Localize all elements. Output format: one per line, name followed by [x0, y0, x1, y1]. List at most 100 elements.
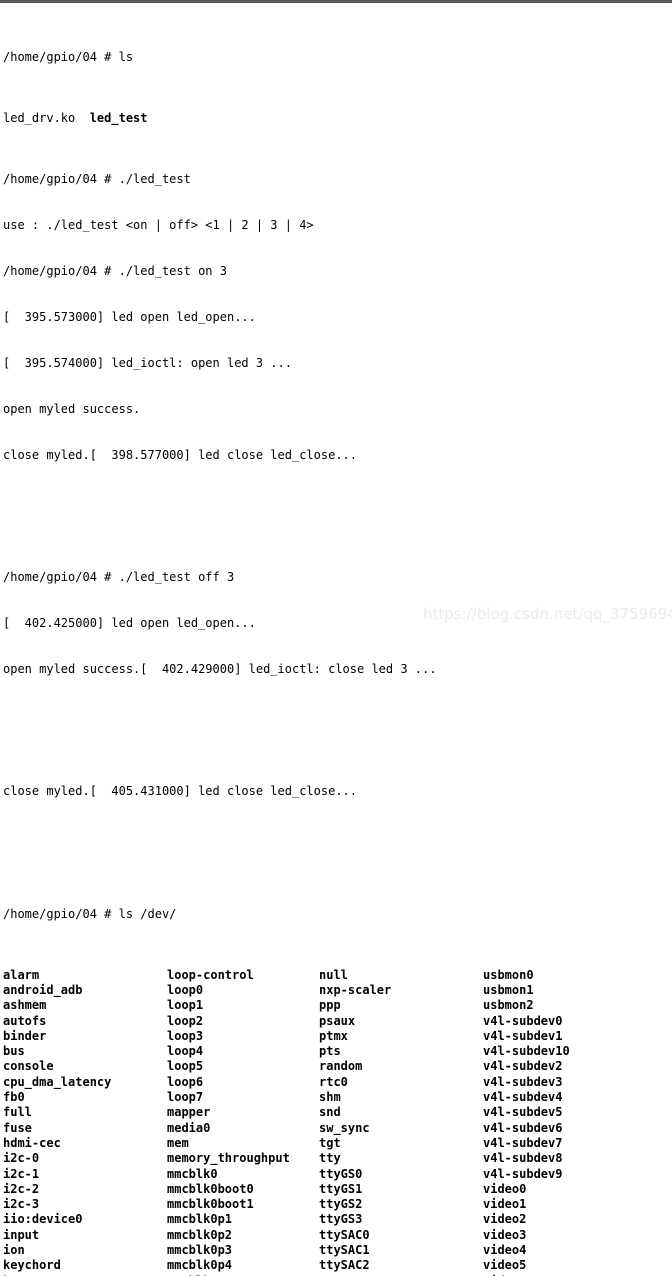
terminal-line-close-myled-1: close myled.[ 398.577000] led close led_…	[3, 447, 358, 462]
dev-entry: video4	[483, 1243, 527, 1258]
dev-entry: v4l-subdev3	[483, 1074, 563, 1089]
dev-listing-row: console loop5 random v4l-subdev2	[3, 1059, 672, 1074]
dev-entry: i2c-2	[3, 1181, 40, 1196]
dev-entry: v4l-subdev2	[483, 1059, 563, 1074]
dev-entry: mem	[167, 1135, 189, 1150]
dev-listing-row: autofs loop2 psaux v4l-subdev0	[3, 1014, 672, 1029]
dev-entry: v4l-subdev8	[483, 1151, 563, 1166]
dev-listing-row: ashmem loop1 ppp usbmon2	[3, 998, 672, 1013]
terminal-output-area[interactable]: /home/gpio/04 # ls led_drv.ko led_test /…	[0, 3, 672, 1276]
terminal-line-cmd-off3: /home/gpio/04 # ./led_test off 3	[3, 569, 235, 584]
dev-entry: cpu_dma_latency	[3, 1074, 112, 1089]
terminal-line-open-success-1: open myled success.	[3, 401, 141, 416]
dev-entry: full	[3, 1105, 32, 1120]
dev-listing-row: binder loop3 ptmx v4l-subdev1	[3, 1029, 672, 1044]
dev-entry: i2c-0	[3, 1151, 40, 1166]
dev-listing-row: android_adb loop0 nxp-scaler usbmon1	[3, 983, 672, 998]
dev-listing-row: i2c-3 mmcblk0boot1 ttyGS2 video1	[3, 1197, 672, 1212]
dev-entry: keychord	[3, 1258, 61, 1273]
dev-entry: video6	[483, 1274, 526, 1276]
dev-entry: loop2	[167, 1013, 204, 1028]
dev-entry: mmcblk0boot1	[167, 1197, 254, 1212]
dev-entry: video0	[483, 1181, 527, 1196]
dev-entry: media0	[167, 1120, 211, 1135]
dev-entry: fb0	[3, 1090, 25, 1105]
dev-entry: loop-control	[167, 967, 254, 982]
dev-entry: tty	[319, 1151, 341, 1166]
dev-entry: mmcblk0p1	[167, 1212, 233, 1227]
dev-entry: input	[3, 1227, 40, 1242]
dev-entry: bus	[3, 1044, 25, 1059]
dev-entry: video5	[483, 1258, 527, 1273]
terminal-line-kernel-1: [ 395.573000] led open led_open...	[3, 309, 256, 324]
dev-entry: ion	[3, 1243, 25, 1258]
dev-entry: memory_throughput	[167, 1151, 290, 1166]
dev-entry: i2c-1	[3, 1166, 40, 1181]
dev-entry: mapper	[167, 1105, 211, 1120]
dev-entry: loop0	[167, 983, 204, 997]
dev-entry: alarm	[3, 967, 40, 982]
dev-entry: video3	[483, 1227, 527, 1242]
dev-entry: mmcblk0p4	[167, 1258, 233, 1273]
terminal-line-cmd-ls: /home/gpio/04 # ls	[3, 49, 134, 64]
dev-entry: shm	[319, 1090, 341, 1105]
dev-entry: tgt	[319, 1135, 341, 1150]
dev-entry: v4l-subdev4	[483, 1090, 563, 1105]
dev-entry: ppp	[319, 998, 341, 1013]
dev-entry: video1	[483, 1197, 527, 1212]
dev-entry: i2c-3	[3, 1197, 40, 1212]
dev-entry: null	[319, 967, 348, 982]
dev-entry: sw_sync	[319, 1120, 370, 1135]
dev-entry: usbmon2	[483, 998, 534, 1013]
dev-entry: ttySAC1	[319, 1243, 370, 1258]
dev-entry: ptmx	[319, 1028, 348, 1043]
csdn-watermark: https://blog.csdn.net/qq_37596943	[423, 605, 672, 623]
terminal-line-ls-output: led_drv.ko led_test	[3, 111, 672, 126]
dev-entry: binder	[3, 1028, 47, 1043]
dev-entry: ttyGS1	[319, 1181, 363, 1196]
dev-listing-row: fb0 loop7 shm v4l-subdev4	[3, 1090, 672, 1105]
dev-entry: loop3	[167, 1028, 204, 1043]
ls-entry-led-drv-ko: led_drv.ko	[3, 111, 90, 126]
dev-entry: mmcblk0p3	[167, 1243, 233, 1258]
dev-entry: v4l-subdev1	[483, 1028, 563, 1043]
dev-entry: mmcblk0boot0	[167, 1181, 254, 1196]
dev-entry: loop5	[167, 1059, 204, 1074]
dev-listing-row: ion mmcblk0p3 ttySAC1 video4	[3, 1243, 672, 1258]
dev-entry: mmcblk0p5	[167, 1274, 232, 1276]
dev-entry: v4l-subdev6	[483, 1120, 563, 1135]
terminal-line-cmd-ledtest: /home/gpio/04 # ./led_test	[3, 172, 191, 187]
dev-listing-row: kmem mmcblk0p5 ttySAC3 video6	[3, 1274, 672, 1276]
dev-entry: snd	[319, 1105, 341, 1120]
dev-listing-row: iio:device0 mmcblk0p1 ttyGS3 video2	[3, 1212, 672, 1227]
dev-entry: console	[3, 1059, 54, 1074]
dev-entry: autofs	[3, 1013, 47, 1028]
dev-entry: android_adb	[3, 983, 83, 997]
terminal-line-cmd-ls-dev: /home/gpio/04 # ls /dev/	[3, 906, 177, 921]
dev-listing-row: full mapper snd v4l-subdev5	[3, 1105, 672, 1120]
dev-entry: rtc0	[319, 1074, 348, 1089]
dev-entry: v4l-subdev5	[483, 1105, 563, 1120]
dev-listing: alarm loop-control null usbmon0 android_adb l…	[3, 968, 672, 1276]
dev-entry: psaux	[319, 1013, 356, 1028]
dev-listing-row: keychord mmcblk0p4 ttySAC2 video5	[3, 1258, 672, 1273]
dev-entry: ttyGS0	[319, 1166, 363, 1181]
dev-listing-row: i2c-1 mmcblk0 ttyGS0 v4l-subdev9	[3, 1167, 672, 1182]
dev-listing-row: i2c-0 memory_throughput tty v4l-subdev8	[3, 1151, 672, 1166]
dev-listing-row: input mmcblk0p2 ttySAC0 video3	[3, 1228, 672, 1243]
dev-entry: usbmon0	[483, 967, 534, 982]
terminal-line-open-success-2: open myled success.[ 402.429000] led_ioc…	[3, 661, 437, 676]
terminal-line-kernel-2: [ 395.574000] led_ioctl: open led 3 ...	[3, 355, 292, 370]
terminal-line-cmd-on3: /home/gpio/04 # ./led_test on 3	[3, 264, 227, 279]
dev-entry: ttyGS3	[319, 1212, 363, 1227]
dev-entry: random	[319, 1059, 363, 1074]
dev-entry: fuse	[3, 1120, 32, 1135]
dev-listing-row: i2c-2 mmcblk0boot0 ttyGS1 video0	[3, 1182, 672, 1197]
dev-entry: ttySAC2	[319, 1258, 370, 1273]
dev-entry: loop4	[167, 1044, 204, 1059]
dev-listing-row: fuse media0 sw_sync v4l-subdev6	[3, 1121, 672, 1136]
terminal-line-close-myled-2: close myled.[ 405.431000] led close led_…	[3, 784, 358, 799]
